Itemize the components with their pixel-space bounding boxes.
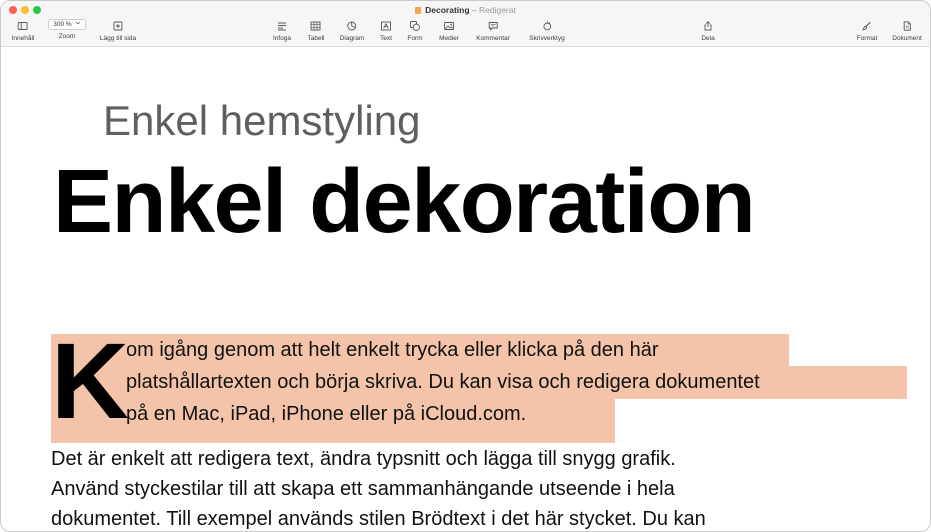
shape-button[interactable]: Form bbox=[407, 19, 423, 45]
document-canvas[interactable]: Enkel hemstyling Enkel dekoration K om i… bbox=[1, 48, 930, 531]
comment-button[interactable]: Kommentar bbox=[476, 19, 510, 45]
pie-chart-icon bbox=[344, 19, 360, 32]
paragraph-line[interactable]: Det är enkelt att redigera text, ändra t… bbox=[51, 443, 676, 475]
title-separator: – bbox=[469, 5, 479, 15]
writing-tools-icon bbox=[539, 19, 555, 32]
document-name: Decorating bbox=[425, 5, 470, 15]
document-button[interactable]: Dokument bbox=[892, 19, 922, 45]
insert-label: Infoga bbox=[272, 35, 292, 42]
paintbrush-icon bbox=[859, 19, 875, 32]
paragraph-line[interactable]: dokumentet. Till exempel används stilen … bbox=[51, 503, 706, 531]
add-page-button[interactable]: Lägg till sida bbox=[100, 19, 136, 45]
table-icon bbox=[308, 19, 324, 32]
paragraph-line[interactable]: platshållartexten och börja skriva. Du k… bbox=[126, 366, 760, 398]
comment-label: Kommentar bbox=[476, 35, 510, 42]
zoom-control[interactable]: 300 % Zoom bbox=[48, 19, 86, 45]
photo-icon bbox=[441, 19, 457, 32]
table-button[interactable]: Tabell bbox=[307, 19, 325, 45]
zoom-label: Zoom bbox=[58, 33, 76, 40]
document-icon bbox=[899, 19, 915, 32]
chart-label: Diagram bbox=[339, 35, 365, 42]
paragraph-line[interactable]: om igång genom att helt enkelt trycka el… bbox=[126, 334, 659, 366]
share-button[interactable]: Dela bbox=[700, 19, 716, 45]
contents-label: Innehåll bbox=[11, 35, 35, 42]
add-page-icon bbox=[110, 19, 126, 32]
insert-button[interactable]: Infoga bbox=[273, 19, 291, 45]
pages-window: Decorating – Redigerat Innehåll 300 % Zo… bbox=[0, 0, 931, 532]
table-label: Tabell bbox=[307, 35, 325, 42]
share-label: Dela bbox=[701, 35, 715, 42]
chart-button[interactable]: Diagram bbox=[339, 19, 365, 45]
toolbar: Decorating – Redigerat Innehåll 300 % Zo… bbox=[1, 1, 930, 47]
contents-button[interactable]: Innehåll bbox=[11, 19, 35, 45]
add-page-label: Lägg till sida bbox=[99, 35, 137, 42]
writing-tools-label: Skrivverktyg bbox=[529, 35, 565, 42]
format-button[interactable]: Format bbox=[856, 19, 878, 45]
media-label: Medier bbox=[439, 35, 459, 42]
window-title: Decorating – Redigerat bbox=[1, 4, 930, 16]
shape-label: Form bbox=[407, 35, 423, 42]
drop-cap[interactable]: K bbox=[51, 327, 129, 435]
comment-icon bbox=[485, 19, 501, 32]
chevron-down-icon bbox=[75, 20, 81, 29]
paragraph-line[interactable]: på en Mac, iPad, iPhone eller på iCloud.… bbox=[126, 398, 526, 430]
text-box-icon bbox=[378, 19, 394, 32]
document-icon bbox=[415, 7, 422, 14]
sidebar-icon bbox=[15, 19, 31, 32]
zoom-value: 300 % bbox=[53, 21, 72, 28]
document-title[interactable]: Enkel dekoration bbox=[53, 152, 756, 252]
share-icon bbox=[700, 19, 716, 32]
text-label: Text bbox=[380, 35, 392, 42]
shape-icon bbox=[407, 19, 423, 32]
zoom-popup[interactable]: 300 % bbox=[48, 19, 86, 30]
document-status: Redigerat bbox=[479, 5, 516, 15]
insert-icon bbox=[274, 19, 290, 32]
writing-tools-button[interactable]: Skrivverktyg bbox=[529, 19, 565, 45]
format-label: Format bbox=[856, 35, 878, 42]
document-subtitle[interactable]: Enkel hemstyling bbox=[103, 98, 420, 144]
text-button[interactable]: Text bbox=[378, 19, 394, 45]
paragraph-line[interactable]: Använd styckestilar till att skapa ett s… bbox=[51, 473, 675, 505]
document-label: Dokument bbox=[892, 35, 922, 42]
media-button[interactable]: Medier bbox=[439, 19, 459, 45]
